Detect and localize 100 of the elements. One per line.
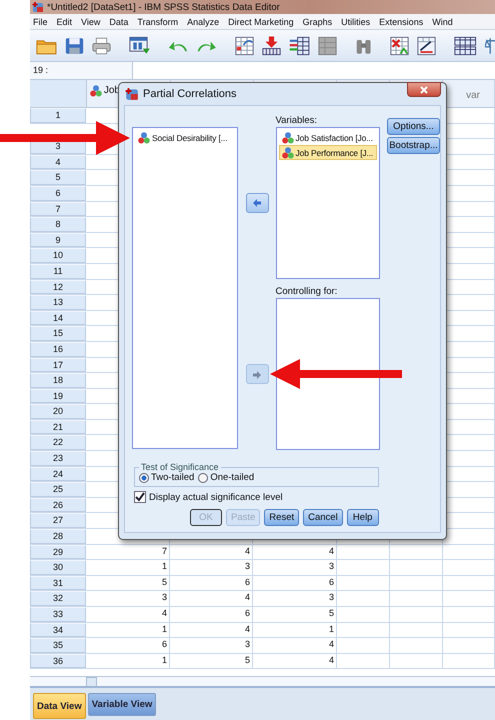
- row-header[interactable]: 1: [30, 108, 86, 123]
- table-cell: 6: [86, 638, 170, 653]
- dialog-button[interactable]: Help: [346, 509, 379, 526]
- variables-list[interactable]: Job Satisfaction [Jo... Job Performance [J...: [276, 127, 380, 279]
- dialog-button[interactable]: Bootstrap...: [387, 137, 440, 154]
- row-header[interactable]: 7: [30, 202, 86, 216]
- table-cell: 6: [170, 607, 253, 622]
- move-button[interactable]: [246, 193, 269, 213]
- row-header[interactable]: 33: [30, 607, 86, 622]
- dialog-button[interactable]: Cancel: [303, 509, 343, 526]
- row-header[interactable]: 28: [30, 529, 86, 544]
- menu-item[interactable]: Wind: [432, 16, 453, 26]
- weight-cases-icon[interactable]: [390, 34, 410, 56]
- radio-label: Two-tailed: [151, 472, 194, 483]
- row-header[interactable]: 9: [30, 232, 86, 248]
- menu-item[interactable]: Direct Marketing: [228, 16, 294, 26]
- row-header[interactable]: 11: [30, 264, 86, 279]
- row-header[interactable]: 30: [30, 560, 86, 575]
- window-title: *Untitled2 [DataSet1] - IBM SPSS Statistics Data Editor: [47, 2, 280, 12]
- list-item[interactable]: Social Desirability [...: [135, 130, 235, 145]
- value-labels-icon[interactable]: [454, 34, 477, 56]
- dialog-button[interactable]: Reset: [264, 509, 300, 526]
- table-cell: 6: [170, 576, 253, 590]
- cell-reference: 19 :: [30, 62, 133, 79]
- row-header[interactable]: 18: [30, 373, 86, 388]
- table-cell: 3: [170, 560, 253, 575]
- menu-item[interactable]: Edit: [56, 16, 72, 26]
- menu-item[interactable]: Analyze: [187, 16, 220, 26]
- view-tab[interactable]: Variable View: [88, 693, 156, 716]
- row-header[interactable]: 16: [30, 342, 86, 356]
- table-cell: 1: [86, 654, 170, 668]
- row-header[interactable]: 26: [30, 498, 86, 512]
- list-item[interactable]: Job Performance [J...: [278, 145, 377, 160]
- row-header[interactable]: 14: [30, 310, 86, 326]
- row-header[interactable]: 10: [30, 248, 86, 263]
- table-cell: 3: [170, 638, 253, 653]
- table-cell: 4: [170, 544, 253, 560]
- row-header[interactable]: 27: [30, 513, 86, 528]
- row-header[interactable]: 29: [30, 544, 86, 560]
- row-header[interactable]: 21: [30, 420, 86, 434]
- table-cell: 4: [253, 544, 337, 560]
- row-header[interactable]: 6: [30, 186, 86, 201]
- row-header[interactable]: 22: [30, 435, 86, 450]
- row-header[interactable]: 32: [30, 591, 86, 606]
- row-header[interactable]: 13: [30, 295, 86, 310]
- save-icon[interactable]: [64, 36, 84, 56]
- dialog-button[interactable]: Options...: [387, 118, 440, 135]
- table-cell: 1: [253, 622, 337, 638]
- list-item[interactable]: Job Satisfaction [Jo...: [278, 130, 377, 145]
- variable-icon: [282, 146, 294, 158]
- row-header[interactable]: 31: [30, 576, 86, 590]
- table-cell: 1: [86, 560, 170, 575]
- row-header[interactable]: 19: [30, 388, 86, 404]
- row-header[interactable]: 24: [30, 466, 86, 482]
- arrow-icon: [252, 198, 262, 208]
- dialog-recall-icon[interactable]: [128, 34, 150, 56]
- print-icon[interactable]: [92, 36, 111, 56]
- row-header[interactable]: 34: [30, 622, 86, 638]
- row-header[interactable]: 35: [30, 638, 86, 653]
- controlling-list[interactable]: [276, 298, 380, 450]
- menu-item[interactable]: Graphs: [302, 16, 332, 26]
- row-header[interactable]: 5: [30, 170, 86, 185]
- insert-cases-icon[interactable]: [262, 34, 282, 56]
- radio-button[interactable]: [139, 472, 149, 482]
- source-variable-list[interactable]: Social Desirability [...: [132, 127, 238, 449]
- menu-item[interactable]: Utilities: [341, 16, 370, 26]
- row-header[interactable]: 12: [30, 280, 86, 294]
- menu-item[interactable]: Data: [109, 16, 128, 26]
- menu-item[interactable]: Extensions: [379, 16, 424, 26]
- row-header[interactable]: 4: [30, 154, 86, 170]
- table-cell: 3: [253, 560, 337, 575]
- row-header[interactable]: 8: [30, 217, 86, 232]
- table-cell: 5: [86, 576, 170, 590]
- row-header[interactable]: 15: [30, 326, 86, 341]
- row-header[interactable]: 17: [30, 358, 86, 372]
- view-tab[interactable]: Data View: [33, 693, 86, 719]
- split-file-icon[interactable]: [318, 34, 337, 56]
- list-label: Variables:: [276, 115, 318, 127]
- menu-item[interactable]: Transform: [137, 16, 178, 26]
- radio-button[interactable]: [198, 472, 208, 482]
- variable-icon: [90, 85, 102, 97]
- select-cases-icon[interactable]: [417, 34, 436, 56]
- table-cell: 7: [86, 544, 170, 560]
- dialog-icon: [125, 87, 139, 101]
- go-to-case-icon[interactable]: [235, 34, 254, 56]
- checkbox-label: Display actual significance level: [149, 492, 283, 502]
- row-header[interactable]: 20: [30, 404, 86, 419]
- row-header[interactable]: 25: [30, 482, 86, 497]
- row-header[interactable]: 36: [30, 654, 86, 668]
- dialog-title: Partial Correlations: [143, 88, 237, 100]
- checkbox[interactable]: [134, 491, 146, 503]
- row-header[interactable]: 23: [30, 451, 86, 466]
- list-label: Controlling for:: [276, 286, 338, 298]
- close-icon: [420, 86, 428, 94]
- table-cell: 3: [86, 591, 170, 606]
- radio-label: One-tailed: [210, 472, 254, 483]
- menu-item[interactable]: View: [81, 16, 100, 26]
- menu-item[interactable]: File: [33, 16, 48, 26]
- close-button[interactable]: [407, 82, 441, 97]
- insert-variable-icon[interactable]: [289, 34, 310, 56]
